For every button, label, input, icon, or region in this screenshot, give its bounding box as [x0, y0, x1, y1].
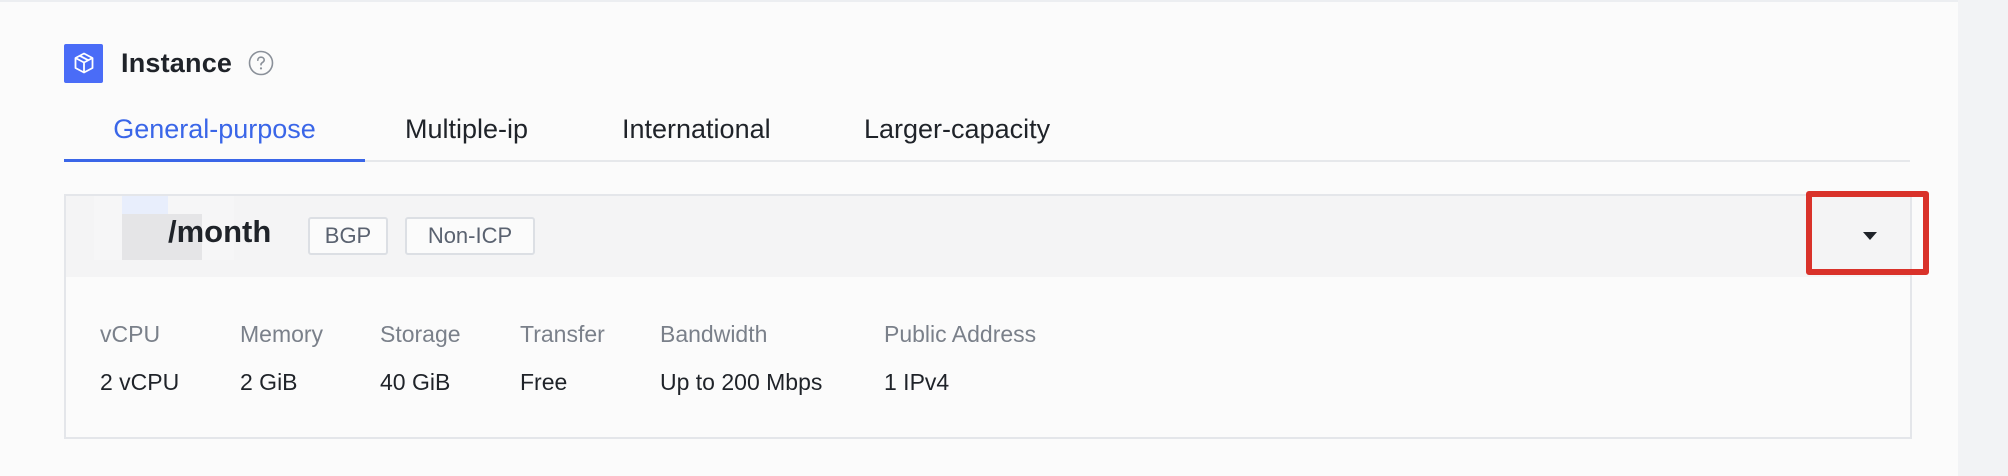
spec-label: vCPU: [100, 321, 161, 347]
spec-value: Up to 200 Mbps: [660, 369, 823, 395]
spec-value: 40 GiB: [380, 369, 451, 395]
tab-international[interactable]: International: [622, 102, 852, 160]
spec-vcpu: vCPU 2 vCPU: [100, 320, 179, 396]
tab-multiple-ip[interactable]: Multiple-ip: [405, 102, 596, 160]
spec-transfer: Transfer Free: [520, 320, 605, 396]
section-header: Instance: [64, 43, 274, 83]
expand-plan-button[interactable]: [1847, 196, 1893, 277]
instance-tabs: General-purpose Multiple-ip Internationa…: [64, 102, 1910, 162]
instance-panel: Instance General-purpose Multiple-ip Int…: [0, 0, 1958, 476]
price-unit: /month: [168, 214, 272, 249]
tag-bgp: BGP: [308, 217, 388, 255]
spec-public-address: Public Address 1 IPv4: [884, 320, 1036, 396]
spec-memory: Memory 2 GiB: [240, 320, 323, 396]
page-gutter: [1958, 0, 2008, 476]
plan-card-header[interactable]: /month BGP Non-ICP: [66, 196, 1910, 277]
tag-non-icp: Non-ICP: [405, 217, 535, 255]
spec-value: 2 vCPU: [100, 369, 180, 395]
spec-storage: Storage 40 GiB: [380, 320, 461, 396]
tab-larger-capacity[interactable]: Larger-capacity: [864, 102, 1144, 160]
tab-general-purpose[interactable]: General-purpose: [64, 102, 365, 162]
spec-label: Storage: [380, 321, 461, 347]
spec-label: Bandwidth: [660, 321, 768, 347]
spec-value: 1 IPv4: [884, 369, 950, 395]
spec-bandwidth: Bandwidth Up to 200 Mbps: [660, 320, 822, 396]
spec-value: 2 GiB: [240, 369, 298, 395]
section-title: Instance: [121, 47, 233, 78]
spec-value: Free: [520, 369, 568, 395]
plan-card[interactable]: /month BGP Non-ICP vCPU 2 vCPU Memory 2 …: [64, 194, 1912, 439]
spec-label: Memory: [240, 321, 324, 347]
spec-label: Transfer: [520, 321, 605, 347]
spec-label: Public Address: [884, 321, 1037, 347]
cube-icon: [64, 43, 103, 83]
caret-down-icon: [1862, 228, 1878, 246]
question-circle-icon[interactable]: [248, 50, 274, 76]
